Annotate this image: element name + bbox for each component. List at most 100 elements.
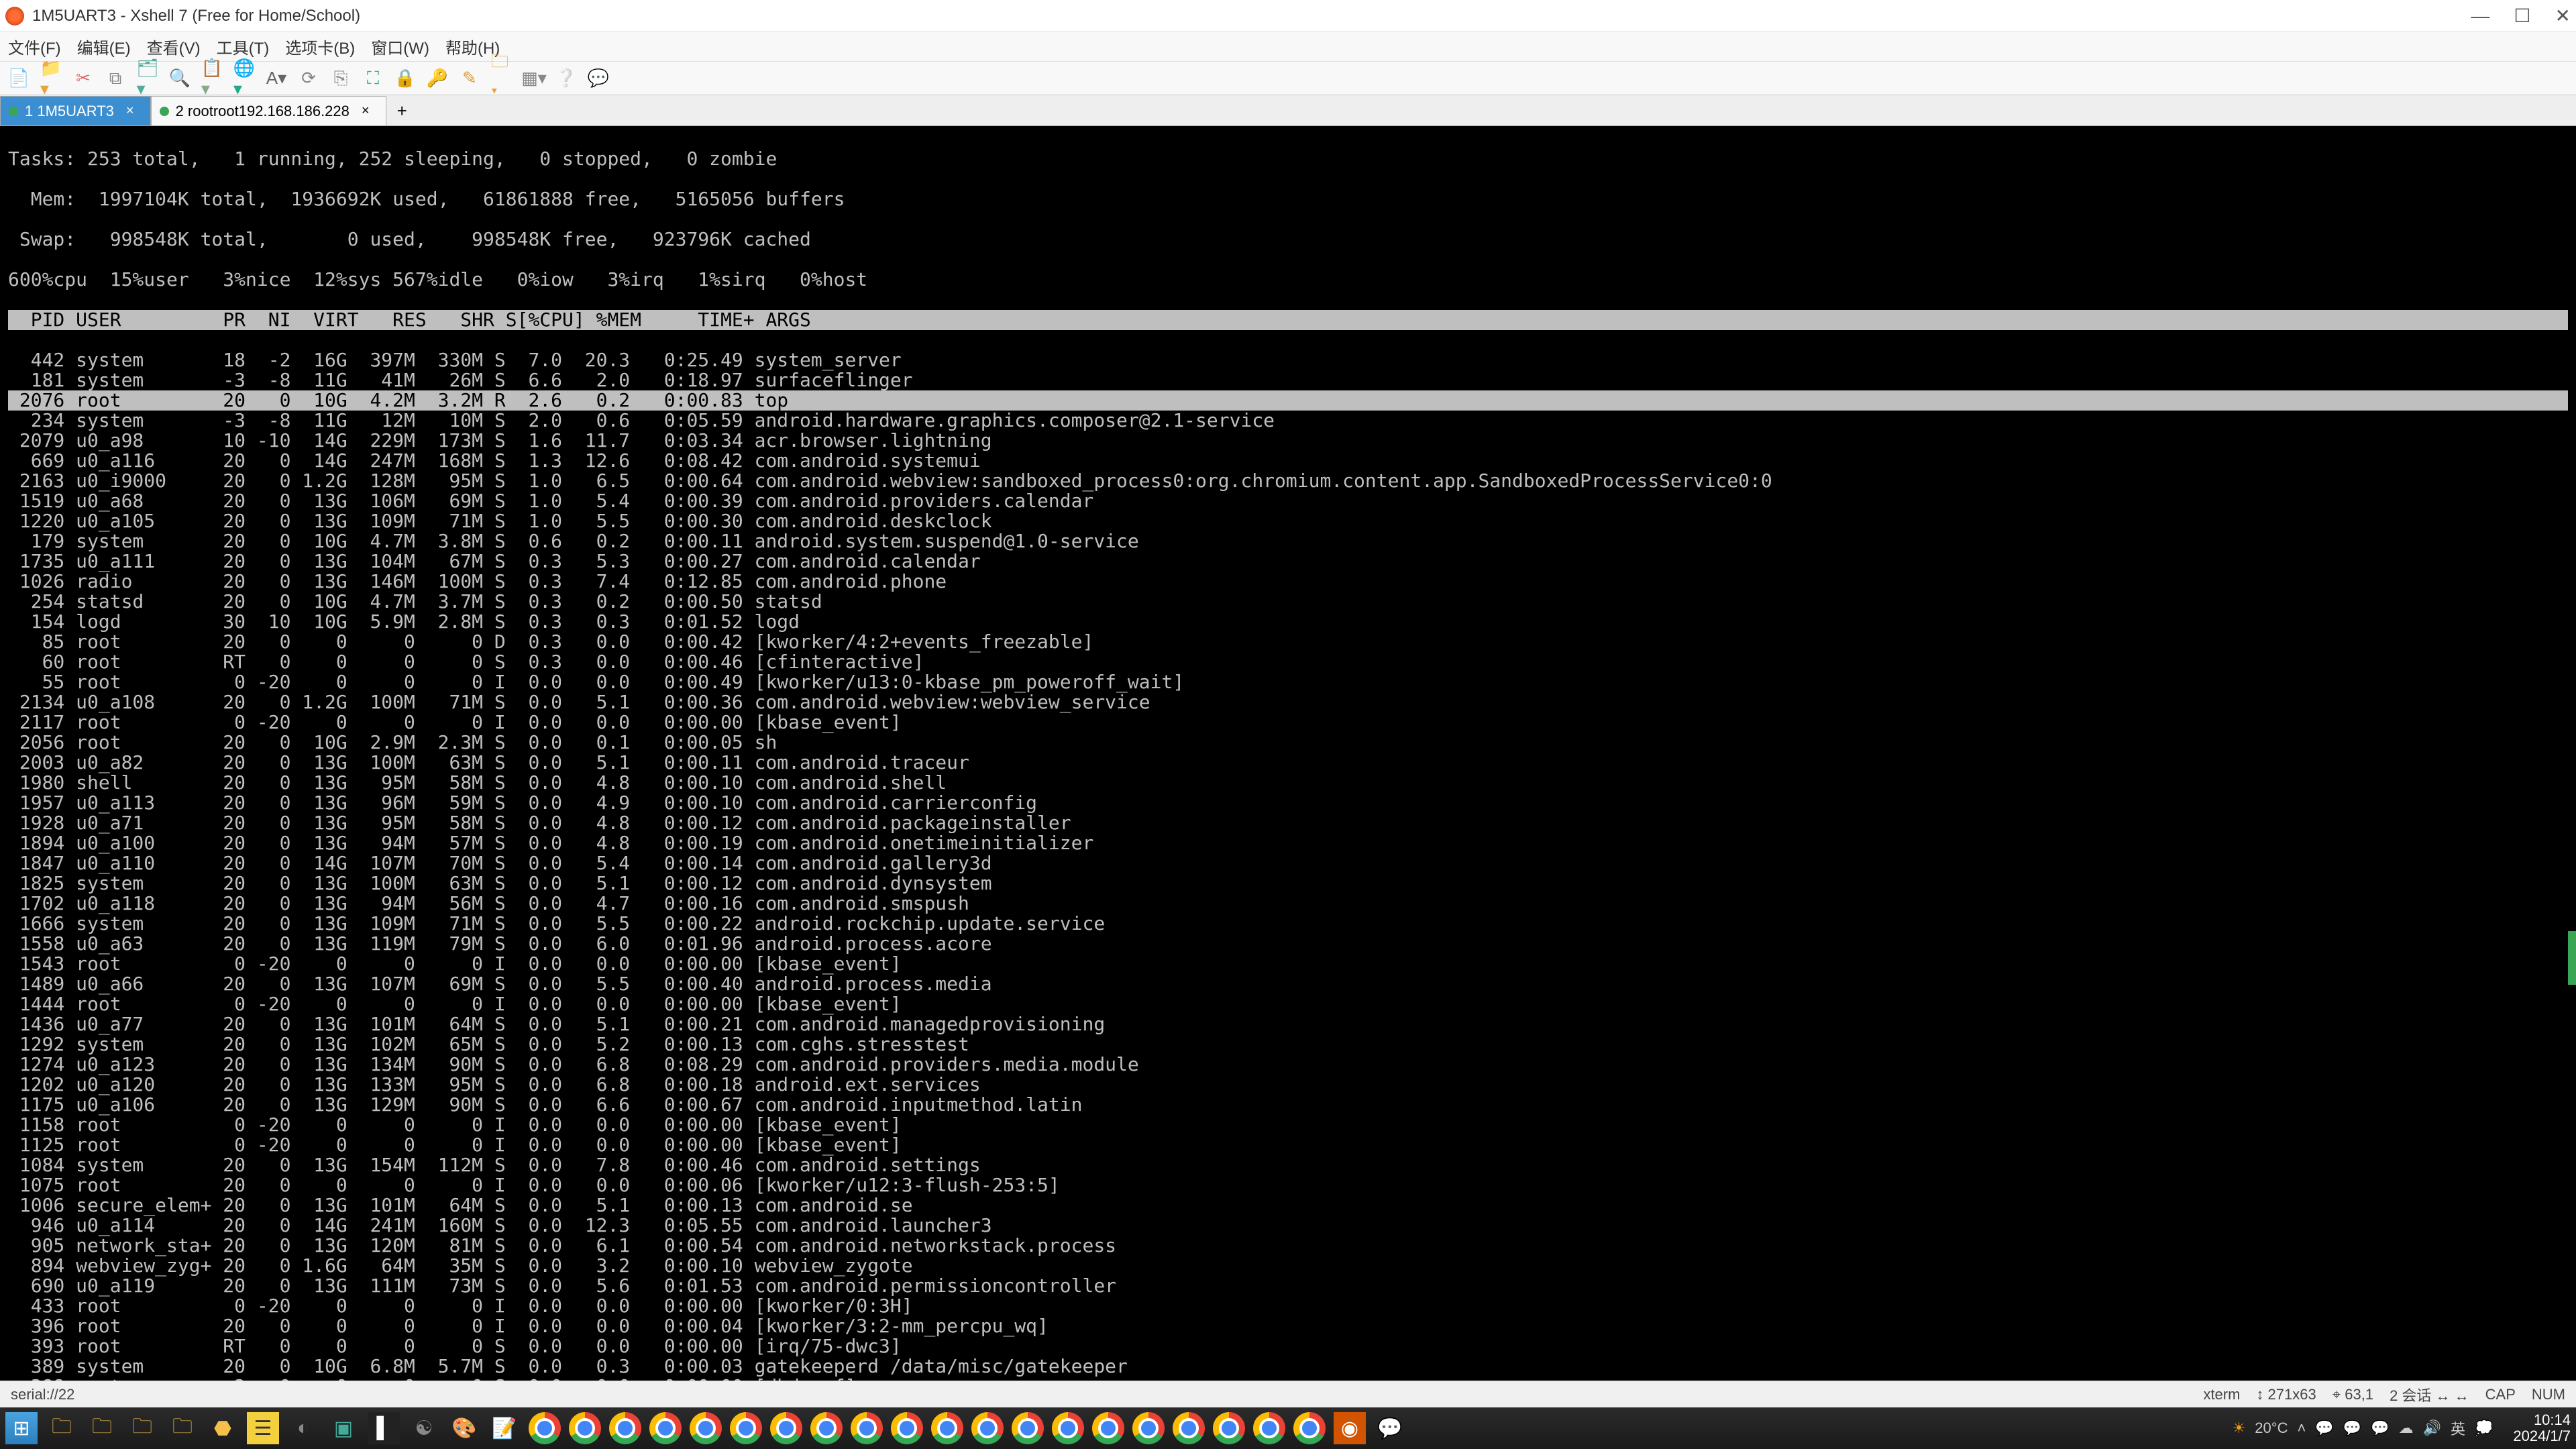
chat-icon[interactable]: 💬 [588, 68, 609, 89]
weather-icon[interactable]: ☀ [2233, 1419, 2246, 1437]
menu-edit[interactable]: 编辑(E) [77, 35, 131, 58]
reconnect-icon[interactable]: ⟳ [298, 68, 319, 89]
process-row: 1292 system 20 0 13G 102M 65M S 0.0 5.2 … [8, 1034, 2568, 1055]
start-button[interactable]: ⊞ [5, 1412, 38, 1444]
minimize-button[interactable]: — [2471, 5, 2489, 27]
tab-active[interactable]: 1 1M5UART3 × [0, 96, 151, 125]
scrollbar-thumb[interactable] [2568, 931, 2576, 985]
menu-window[interactable]: 窗口(W) [371, 35, 429, 58]
taskbar-chrome-icon[interactable] [971, 1412, 1004, 1444]
process-row: 1274 u0_a123 20 0 13G 134M 90M S 0.0 6.8… [8, 1055, 2568, 1075]
tray-volume-icon[interactable]: 🔊 [2423, 1419, 2441, 1437]
tray-wechat-icon[interactable]: 💬 [2371, 1419, 2389, 1437]
layout-icon[interactable]: ▦▾ [523, 68, 545, 89]
weather-text: 20°C [2255, 1419, 2288, 1437]
search-icon[interactable]: 🔍 [169, 68, 191, 89]
process-row: 1980 shell 20 0 13G 95M 58M S 0.0 4.8 0:… [8, 773, 2568, 793]
tab-close-icon[interactable]: × [126, 103, 134, 119]
tray-cloud-icon[interactable]: ☁ [2399, 1419, 2414, 1437]
taskbar-chrome-icon[interactable] [891, 1412, 923, 1444]
process-row: 1489 u0_a66 20 0 13G 107M 69M S 0.0 5.5 … [8, 974, 2568, 994]
taskbar-chrome-icon[interactable] [529, 1412, 561, 1444]
key-icon[interactable]: 🔑 [427, 68, 448, 89]
new-tab-button[interactable]: + [386, 96, 418, 125]
taskbar-app-icon[interactable]: ▣ [327, 1412, 360, 1444]
taskbar-chrome-icon[interactable] [1253, 1412, 1285, 1444]
process-row: 1175 u0_a106 20 0 13G 129M 90M S 0.0 6.6… [8, 1095, 2568, 1115]
taskbar-terminal-icon[interactable]: ▌ [368, 1412, 400, 1444]
help-icon[interactable]: ❔ [555, 68, 577, 89]
taskbar-chrome-icon[interactable] [1012, 1412, 1044, 1444]
taskbar-folder-icon[interactable]: 🗀 [46, 1412, 78, 1444]
process-row: 905 network_sta+ 20 0 13G 120M 81M S 0.0… [8, 1236, 2568, 1256]
taskbar-chrome-icon[interactable] [770, 1412, 802, 1444]
taskbar-paint-icon[interactable]: 🎨 [448, 1412, 480, 1444]
process-row: 1928 u0_a71 20 0 13G 95M 58M S 0.0 4.8 0… [8, 813, 2568, 833]
tab-label: 1 1M5UART3 [25, 103, 114, 120]
taskbar-app-icon[interactable]: ◐ [287, 1412, 319, 1444]
copy-icon[interactable]: ⧉ [105, 68, 126, 89]
taskbar-chrome-icon[interactable] [931, 1412, 963, 1444]
close-button[interactable]: ✕ [2555, 5, 2571, 27]
taskbar-notes-icon[interactable]: ☰ [247, 1412, 279, 1444]
menu-tabs[interactable]: 选项卡(B) [285, 35, 355, 58]
taskbar-chrome-icon[interactable] [609, 1412, 641, 1444]
process-row: 55 root 0 -20 0 0 0 I 0.0 0.0 0:00.49 [k… [8, 672, 2568, 692]
lock-icon[interactable]: 🔒 [394, 68, 416, 89]
taskbar-folder-icon[interactable]: 🗀 [86, 1412, 118, 1444]
tray-wechat-icon[interactable]: 💬 [2315, 1419, 2333, 1437]
taskbar-xshell-icon[interactable]: ◉ [1334, 1412, 1366, 1444]
tray-wechat-icon[interactable]: 💬 [2343, 1419, 2361, 1437]
tray-ime[interactable]: 英 [2451, 1417, 2465, 1439]
menu-file[interactable]: 文件(F) [8, 35, 61, 58]
taskbar-chrome-icon[interactable] [1132, 1412, 1165, 1444]
fullscreen-icon[interactable]: ⛶ [362, 68, 384, 89]
taskbar-app-icon[interactable]: ⬣ [207, 1412, 239, 1444]
taskbar-chrome-icon[interactable] [569, 1412, 601, 1444]
taskbar-notepad-icon[interactable]: 📝 [488, 1412, 521, 1444]
taskbar-app-icon[interactable]: ☯ [408, 1412, 440, 1444]
taskbar-chrome-icon[interactable] [1213, 1412, 1245, 1444]
taskbar-chrome-icon[interactable] [1293, 1412, 1326, 1444]
taskbar-wechat-icon[interactable]: 💬 [1374, 1412, 1406, 1444]
tray-clock[interactable]: 10:14 2024/1/7 [2513, 1412, 2571, 1444]
highlight-icon[interactable]: ✎ [459, 68, 480, 89]
maximize-button[interactable]: ☐ [2514, 5, 2530, 27]
taskbar-chrome-icon[interactable] [1052, 1412, 1084, 1444]
font-icon[interactable]: A▾ [266, 68, 287, 89]
top-header: PID USER PR NI VIRT RES SHR S[%CPU] %MEM… [8, 310, 2568, 330]
taskbar-folder-icon[interactable]: 🗀 [166, 1412, 199, 1444]
paste-icon[interactable]: 📋▾ [201, 68, 223, 89]
terminal-output[interactable]: Tasks: 253 total, 1 running, 252 sleepin… [0, 126, 2576, 1381]
taskbar: ⊞ 🗀 🗀 🗀 🗀 ⬣ ☰ ◐ ▣ ▌ ☯ 🎨 📝 ◉ 💬 ☀ 20°C ˄ 💬… [0, 1407, 2576, 1449]
open-folder-icon[interactable]: 📁▾ [40, 68, 62, 89]
tab-close-icon[interactable]: × [362, 103, 370, 119]
process-row: 234 system -3 -8 11G 12M 10M S 2.0 0.6 0… [8, 411, 2568, 431]
globe-icon[interactable]: 🌐▾ [233, 68, 255, 89]
process-row: 433 root 0 -20 0 0 0 I 0.0 0.0 0:00.00 [… [8, 1296, 2568, 1316]
cut-icon[interactable]: ✂ [72, 68, 94, 89]
taskbar-chrome-icon[interactable] [649, 1412, 682, 1444]
window-title: 1M5UART3 - Xshell 7 (Free for Home/Schoo… [32, 7, 2471, 25]
taskbar-folder-icon[interactable]: 🗀 [126, 1412, 158, 1444]
new-session-icon[interactable]: 📄 [8, 68, 30, 89]
system-tray[interactable]: ☀ 20°C ˄ 💬 💬 💬 ☁ 🔊 英 💭 10:14 2024/1/7 [2233, 1412, 2571, 1444]
taskbar-chrome-icon[interactable] [810, 1412, 843, 1444]
tab-2[interactable]: 2 rootroot192.168.186.228 × [151, 96, 386, 125]
copy2-icon[interactable]: ⎘ [330, 68, 352, 89]
process-row: 179 system 20 0 10G 4.7M 3.8M S 0.6 0.2 … [8, 531, 2568, 551]
taskbar-chrome-icon[interactable] [1173, 1412, 1205, 1444]
process-row: 894 webview_zyg+ 20 0 1.6G 64M 35M S 0.0… [8, 1256, 2568, 1276]
folder2-icon[interactable]: 🗀▾ [491, 68, 513, 89]
taskbar-chrome-icon[interactable] [690, 1412, 722, 1444]
menu-view[interactable]: 查看(V) [147, 35, 201, 58]
properties-icon[interactable]: 🗂▾ [137, 68, 158, 89]
menu-tools[interactable]: 工具(T) [217, 35, 270, 58]
process-row: 396 root 20 0 0 0 0 I 0.0 0.0 0:00.04 [k… [8, 1316, 2568, 1336]
taskbar-chrome-icon[interactable] [1092, 1412, 1124, 1444]
tray-up-icon[interactable]: ˄ [2297, 1419, 2306, 1437]
taskbar-chrome-icon[interactable] [851, 1412, 883, 1444]
taskbar-chrome-icon[interactable] [730, 1412, 762, 1444]
status-size: ↕ 271x63 [2256, 1386, 2316, 1403]
tray-comment-icon[interactable]: 💭 [2475, 1419, 2493, 1437]
